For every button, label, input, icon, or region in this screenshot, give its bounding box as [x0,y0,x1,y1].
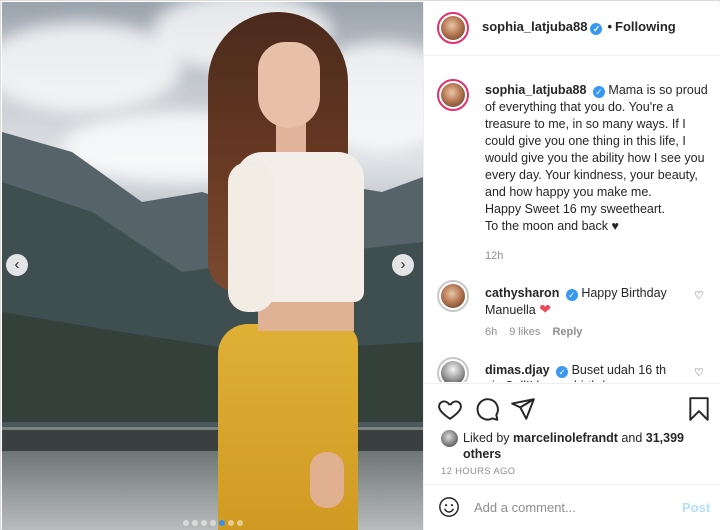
commenter-avatar[interactable] [437,357,469,382]
add-comment-input[interactable] [474,497,664,517]
comment-like-icon[interactable]: ♡ [694,289,704,302]
arm [228,162,274,312]
comment-text-block: dimas.djay ✓ Buset udah 16 th aja Sell!!… [485,362,675,382]
post-actions: Liked by marcelinolefrandt and 31,399 ot… [424,383,720,483]
carousel-dot [209,520,216,526]
comment-text-block: cathysharon ✓ Happy Birthday Manuella ❤ [485,285,675,318]
liker-username[interactable]: marcelinolefrandt [513,431,618,445]
separator-dot: • [607,19,613,34]
carousel-dot [236,520,243,526]
following-button[interactable]: Following [615,19,676,34]
carousel-dots [2,514,423,529]
midriff [258,297,354,331]
comment-like-icon[interactable]: ♡ [694,366,704,379]
liked-by-text: Liked by marcelinolefrandt and 31,399 ot… [463,430,711,462]
carousel-prev-button[interactable]: ‹ [6,254,28,276]
carousel-dot [200,520,207,526]
carousel-dot [182,520,189,526]
caption-username[interactable]: sophia_latjuba88 [485,83,586,97]
comment-meta: 6h 9 likes Reply [485,326,594,338]
carousel-dot [218,520,225,526]
reply-button[interactable]: Reply [552,326,582,338]
share-paper-plane-icon[interactable] [510,396,536,422]
liked-by-line: Liked by marcelinolefrandt and 31,399 ot… [441,430,711,462]
instagram-post-frame: ‹ › sophia_latjuba88 ✓ • Following sophia_l… [0,0,720,530]
bookmark-save-icon[interactable] [686,396,712,422]
like-heart-icon[interactable] [437,396,463,422]
comment: dimas.djay ✓ Buset udah 16 th aja Sell!!… [437,356,717,382]
caption-avatar[interactable] [437,79,469,111]
post-comment-button[interactable]: Post [682,500,710,515]
comment-likes[interactable]: 9 likes [509,326,540,338]
liker-avatar[interactable] [441,430,458,447]
red-heart-emoji: ❤ [539,301,551,317]
verified-icon: ✓ [556,366,569,378]
comment-time[interactable]: 6h [485,326,497,338]
verified-icon: ✓ [590,23,603,35]
caption-text: Mama is so proud of everything that you … [485,83,708,233]
header-user-line: sophia_latjuba88 ✓ • Following [482,19,676,35]
carousel-dot [191,520,198,526]
hand [310,452,344,508]
carousel-next-button[interactable]: › [392,254,414,276]
comment: cathysharon ✓ Happy Birthday Manuella ❤ … [437,279,717,349]
commenter-username[interactable]: dimas.djay [485,363,550,377]
author-username[interactable]: sophia_latjuba88 [482,19,587,34]
post-side-panel: sophia_latjuba88 ✓ • Following sophia_latju… [423,2,720,530]
liked-by-prefix: Liked by [463,431,510,445]
verified-icon: ✓ [592,86,605,98]
carousel-dot [227,520,234,526]
comments-scroll-area[interactable]: sophia_latjuba88 ✓ Mama is so proud of e… [424,57,720,382]
caption-text-block: sophia_latjuba88 ✓ Mama is so proud of e… [485,82,710,235]
commenter-username[interactable]: cathysharon [485,286,559,300]
verified-icon: ✓ [565,289,578,301]
commenter-avatar[interactable] [437,280,469,312]
post-header: sophia_latjuba88 ✓ • Following [424,2,720,56]
caption-timestamp[interactable]: 12h [485,250,503,262]
post-time-ago[interactable]: 12 HOURS AGO [441,466,515,477]
and-text: and [621,431,643,445]
add-comment-bar: Post [424,484,720,530]
person [198,12,368,530]
comment-bubble-icon[interactable] [474,396,500,422]
post-photo[interactable]: ‹ › [2,2,423,530]
author-avatar[interactable] [437,12,469,44]
emoji-smiley-icon[interactable] [438,496,460,518]
face [258,42,320,128]
